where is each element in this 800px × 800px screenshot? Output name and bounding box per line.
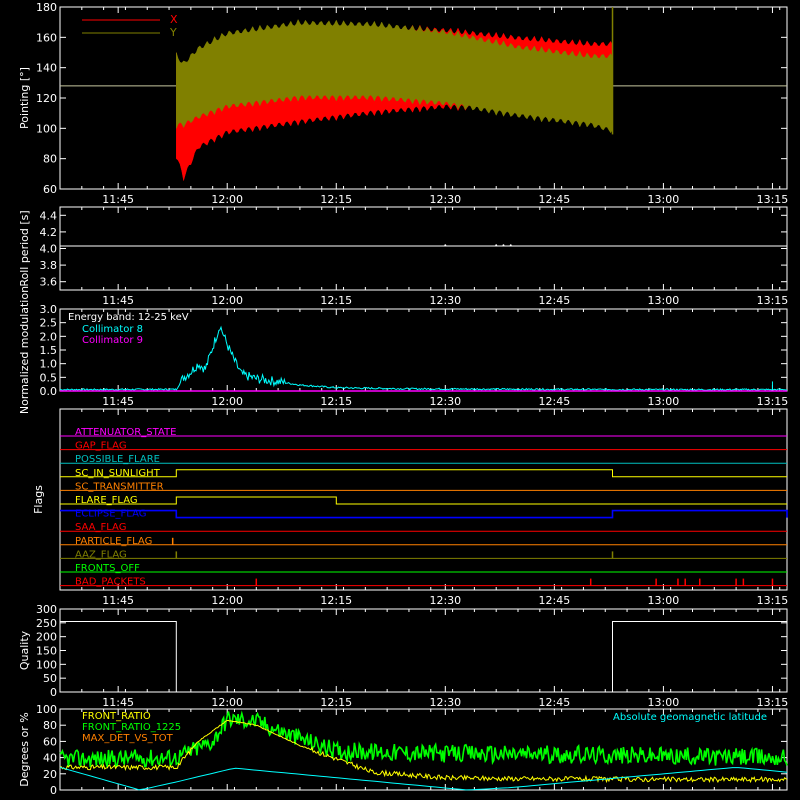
x-tick-label: 12:15 (320, 696, 352, 709)
y-tick-label: 200 (36, 631, 57, 644)
x-tick-label: 11:45 (102, 193, 134, 206)
legend-label: Collimator 8 (82, 324, 143, 335)
multi-panel-chart: 11:45 12:00 12:15 12:30 12:45 13:00 13:15 60 80 1… (0, 0, 800, 800)
y-axis-label: Flags (32, 485, 45, 514)
data-point (495, 244, 498, 247)
y-tick-label: 300 (36, 603, 57, 616)
legend-label: MAX_DET_VS_TOT (82, 733, 174, 744)
y-tick-label: 150 (36, 645, 57, 658)
x-tick-label: 12:45 (539, 395, 571, 408)
x-tick-label: 12:00 (211, 193, 243, 206)
x-tick-label: 12:00 (211, 696, 243, 709)
x-tick-label: 13:15 (757, 294, 789, 307)
y-tick-label: 60 (43, 735, 57, 748)
y-tick-label: 4.0 (40, 243, 58, 256)
data-point (502, 244, 505, 247)
x-tick-label: 13:00 (648, 594, 680, 607)
x-tick-label: 11:45 (102, 696, 134, 709)
legend-label: FRONT_RATIO_1225 (82, 722, 181, 733)
x-tick-label: 13:15 (757, 696, 789, 709)
y-tick-label: 0 (50, 784, 57, 797)
data-point (509, 244, 512, 247)
y-tick-label: 80 (43, 153, 57, 166)
x-tick-label: 12:15 (320, 395, 352, 408)
x-tick-label: 12:30 (429, 193, 461, 206)
y-tick-label: 1.0 (40, 358, 58, 371)
y-tick-label: 1.5 (40, 344, 58, 357)
x-tick-label: 12:15 (320, 294, 352, 307)
x-tick-label: 12:45 (539, 193, 571, 206)
y-tick-label: 0.0 (40, 385, 58, 398)
y-tick-label: 4.2 (40, 226, 58, 239)
y-tick-label: 120 (36, 92, 57, 105)
y-tick-label: 80 (43, 719, 57, 732)
y-tick-label: 2.5 (40, 317, 58, 330)
y-tick-label: 0 (50, 686, 57, 699)
y-axis-label: Normalized modulation (18, 286, 31, 414)
y-tick-label: 2.0 (40, 330, 58, 343)
x-tick-label: 13:00 (648, 294, 680, 307)
y-tick-label: 50 (43, 672, 57, 685)
x-tick-label: 13:15 (757, 395, 789, 408)
legend-title: Energy band: 12-25 keV (68, 312, 189, 323)
y-tick-label: 3.0 (40, 303, 58, 316)
x-tick-label: 12:30 (429, 395, 461, 408)
y-tick-label: 0.5 (40, 371, 58, 384)
y-tick-label: 100 (36, 658, 57, 671)
x-tick-label: 11:45 (102, 294, 134, 307)
y-tick-label: 100 (36, 122, 57, 135)
x-tick-label: 13:00 (648, 696, 680, 709)
y-tick-label: 140 (36, 62, 57, 75)
y-tick-label: 3.8 (40, 259, 58, 272)
x-tick-label: 12:15 (320, 193, 352, 206)
y-tick-label: 40 (43, 752, 57, 765)
y-tick-label: 180 (36, 1, 57, 14)
y-tick-label: 60 (43, 183, 57, 196)
legend-label: Collimator 9 (82, 335, 143, 346)
x-tick-label: 12:00 (211, 395, 243, 408)
x-tick-label: 12:00 (211, 294, 243, 307)
x-tick-label: 12:30 (429, 294, 461, 307)
y-axis-label: Quality (18, 630, 31, 670)
x-tick-label: 11:45 (102, 395, 134, 408)
y-axis-label: Pointing [°] (18, 67, 31, 129)
x-tick-label: 13:00 (648, 193, 680, 206)
x-tick-label: 12:45 (539, 594, 571, 607)
y-tick-label: 3.6 (40, 276, 58, 289)
y-axis-label: Degrees or % (18, 712, 31, 786)
legend-label: X (170, 13, 178, 26)
x-tick-label: 13:00 (648, 395, 680, 408)
y-tick-label: 160 (36, 31, 57, 44)
x-tick-label: 13:15 (757, 594, 789, 607)
x-tick-label: 12:30 (429, 594, 461, 607)
legend-label: Y (169, 26, 177, 39)
x-tick-label: 12:45 (539, 294, 571, 307)
legend-label: FRONT_RATIO (82, 711, 151, 722)
y-tick-label: 4.4 (40, 209, 58, 222)
x-tick-label: 12:00 (211, 594, 243, 607)
annotation-geomagnetic-latitude: Absolute geomagnetic latitude (613, 712, 767, 723)
x-tick-label: 13:15 (757, 193, 789, 206)
x-tick-label: 12:45 (539, 696, 571, 709)
x-tick-label: 11:45 (102, 594, 134, 607)
data-point (444, 244, 447, 247)
x-tick-label: 12:30 (429, 696, 461, 709)
y-tick-label: 100 (36, 703, 57, 716)
y-axis-label: Roll period [s] (18, 210, 31, 286)
y-tick-label: 20 (43, 768, 57, 781)
y-tick-label: 250 (36, 617, 57, 630)
x-tick-label: 12:15 (320, 594, 352, 607)
